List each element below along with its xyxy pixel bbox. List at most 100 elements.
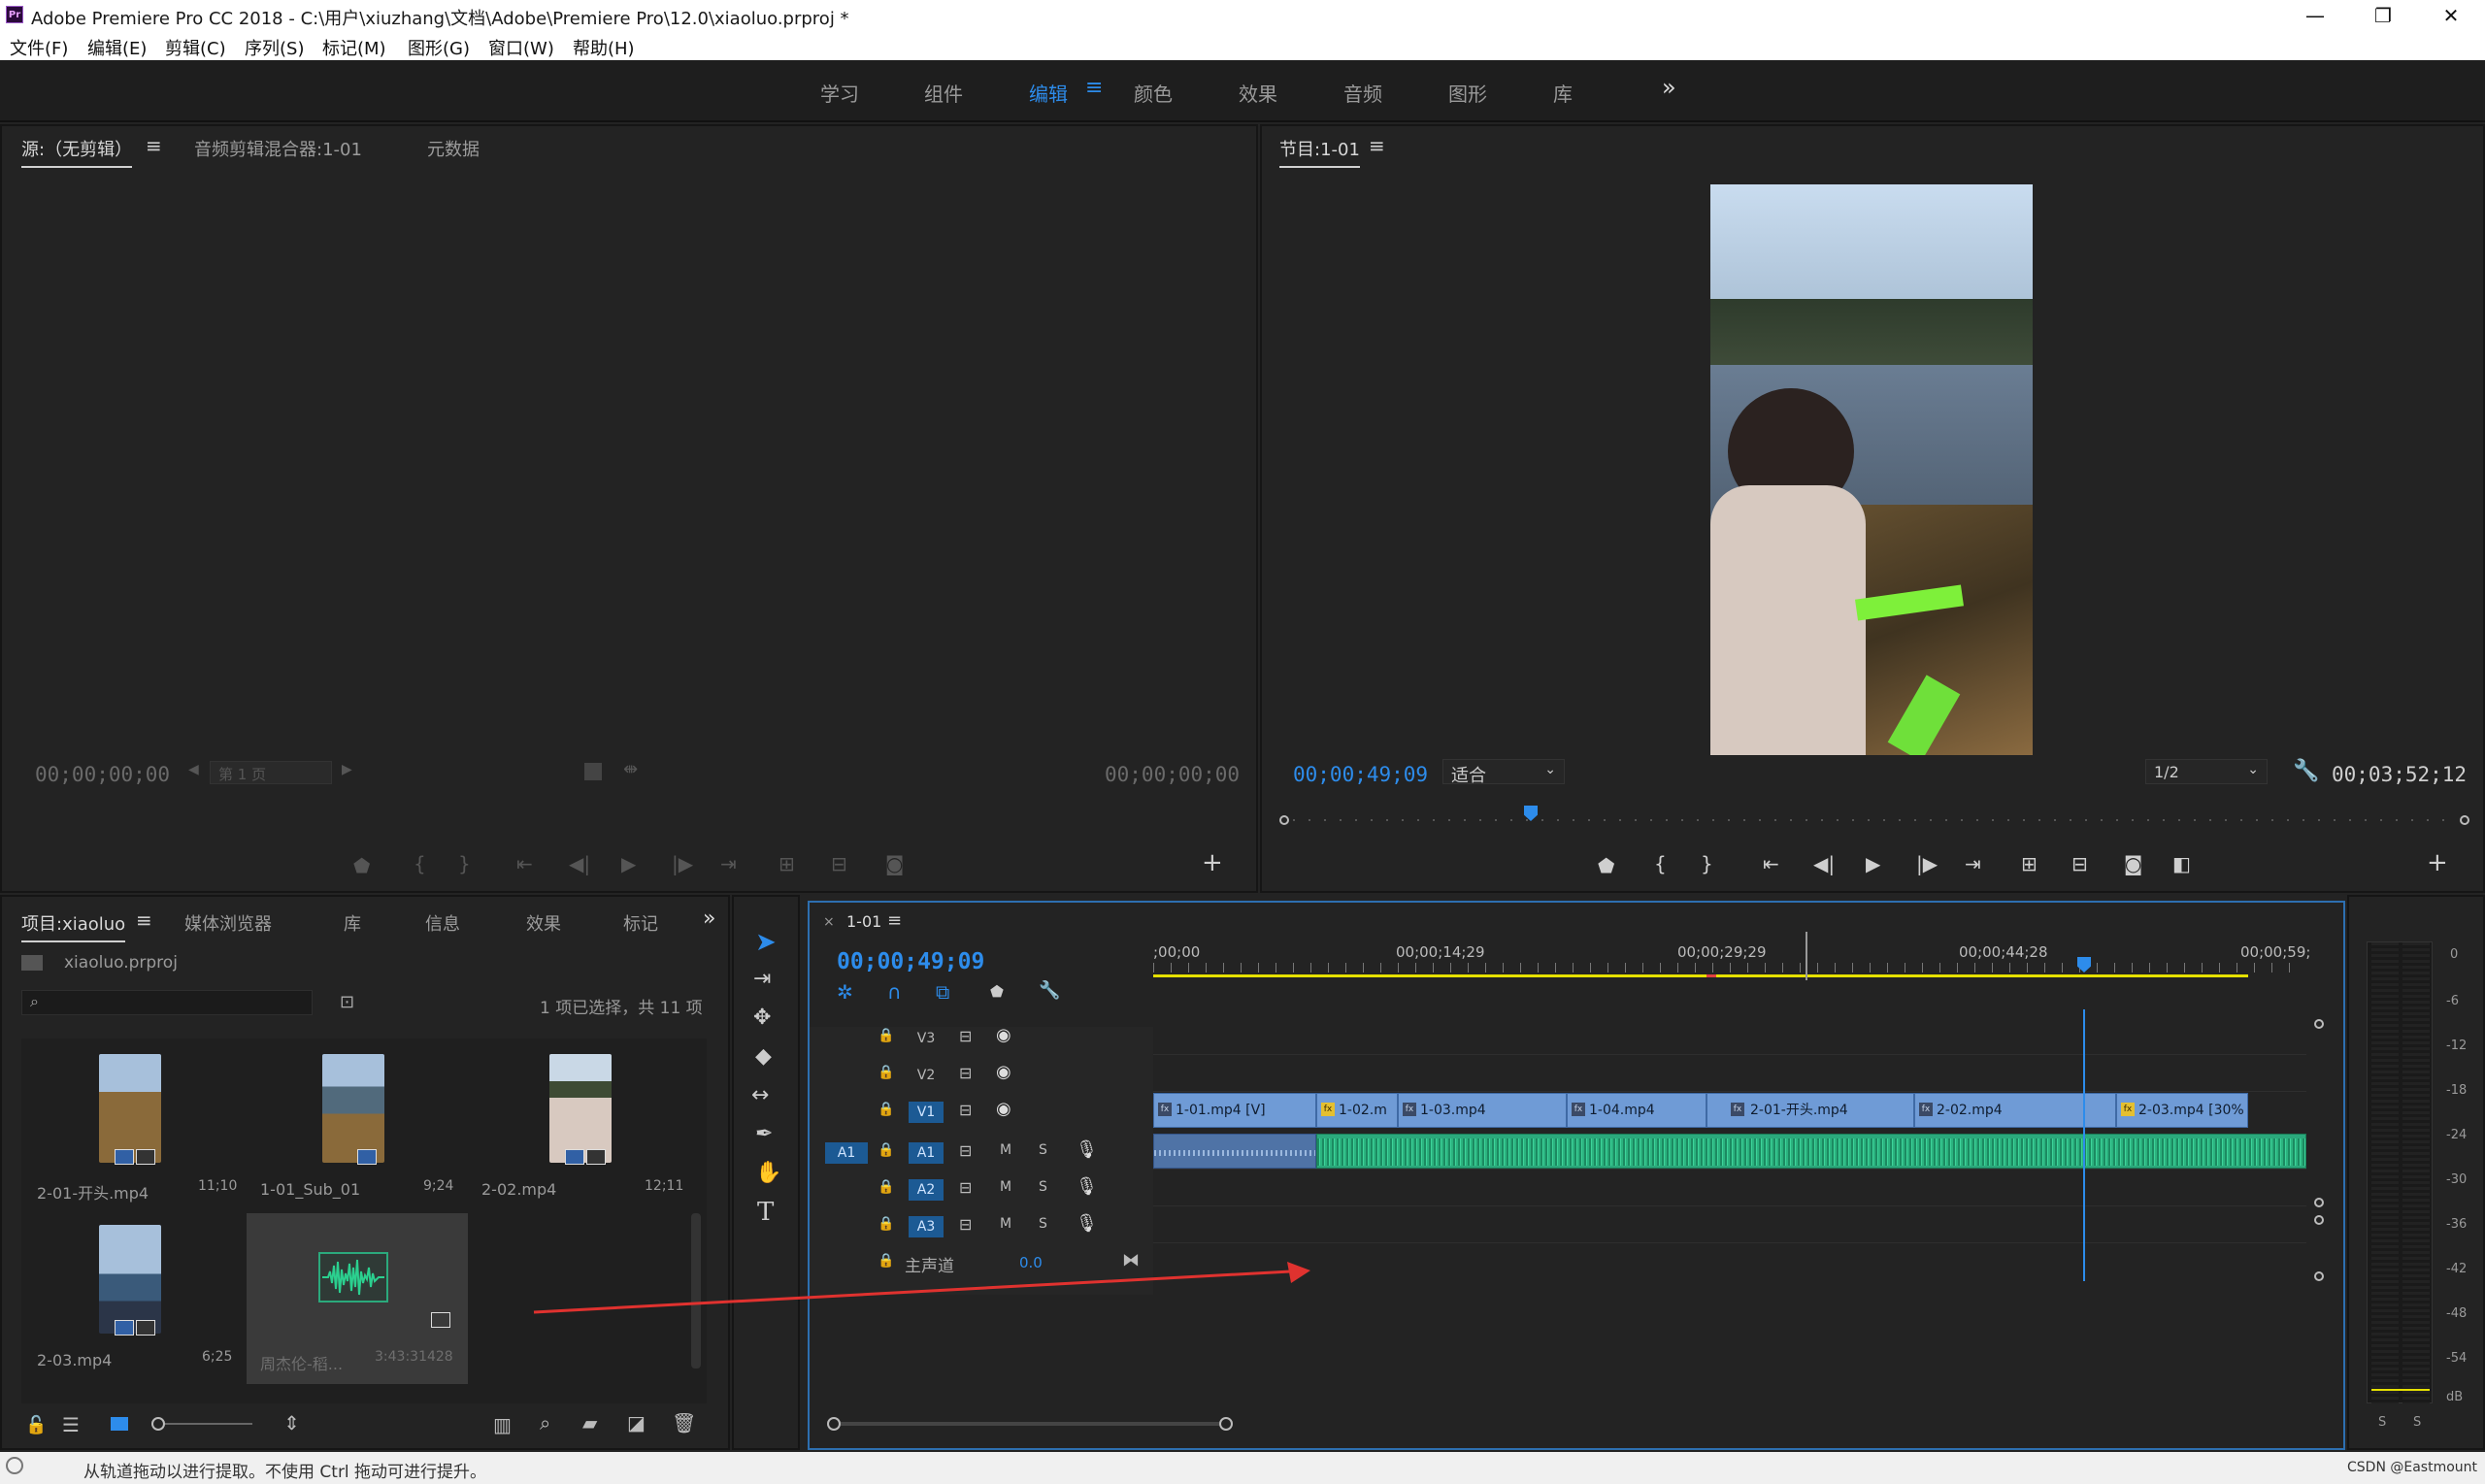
add-marker-icon[interactable]: ⬟ [1598,854,1614,877]
insert-icon[interactable]: ⊞ [779,852,795,875]
button-editor-add-icon[interactable]: + [2427,848,2448,877]
audio-clip-linked[interactable] [1153,1134,1316,1169]
source-patch-a1[interactable]: A1 [825,1142,868,1164]
scrubber-end-handle[interactable] [2460,815,2469,825]
solo-right-button[interactable]: S [2413,1415,2421,1430]
extract-icon[interactable]: ⊟ [2071,852,2088,875]
audio-clip-music[interactable] [1316,1134,2306,1169]
video-clip[interactable]: fx 2-02.mp4 [1914,1093,2116,1128]
track-label[interactable]: A1 [909,1142,944,1164]
comparison-view-icon[interactable]: ◧ [2172,852,2191,875]
tab-metadata[interactable]: 元数据 [427,136,480,161]
scroll-handle-mid[interactable] [2314,1198,2324,1207]
menu-graphics[interactable]: 图形(G) [408,35,470,60]
new-bin-icon[interactable]: ▰ [582,1411,597,1435]
program-panel-menu-icon[interactable]: ≡ [1369,134,1385,157]
next-page-icon[interactable]: ▶ [342,762,352,777]
workspace-color[interactable]: 颜色 [1134,79,1173,107]
video-clip[interactable]: fx 1-02.m [1316,1093,1398,1128]
lock-track-icon[interactable]: 🔒 [878,1142,894,1158]
sync-lock-icon[interactable]: ⊟ [959,1101,972,1119]
track-label[interactable]: V2 [909,1065,944,1086]
timeline-timecode[interactable]: 00;00;49;09 [837,949,984,974]
mark-out-icon[interactable]: } [1701,852,1713,875]
type-tool-icon[interactable]: T [757,1198,774,1227]
tab-info[interactable]: 信息 [425,910,460,936]
delete-icon[interactable]: 🗑 [672,1411,696,1435]
close-button[interactable]: ✕ [2417,0,2485,31]
workspace-libraries[interactable]: 库 [1553,79,1573,107]
play-icon[interactable]: ▶ [1866,852,1880,875]
play-icon[interactable]: ▶ [621,852,636,875]
project-search-input[interactable]: ⌕ [21,990,313,1015]
step-forward-icon[interactable]: |▶ [672,852,693,875]
go-to-out-icon[interactable]: ⇥ [1965,852,1981,875]
tab-project[interactable]: 项目:xiaoluo [21,910,126,942]
go-to-in-icon[interactable]: ⇤ [516,852,533,875]
restore-button[interactable]: ❐ [2349,0,2417,31]
export-frame-camera-icon[interactable]: ◙ [885,852,904,875]
sort-icon[interactable]: ⇕ [283,1411,300,1435]
video-clip[interactable]: fx 1-03.mp4 [1398,1093,1567,1128]
toggle-output-eye-icon[interactable]: ◉ [996,1099,1011,1119]
lock-track-icon[interactable]: 🔒 [878,1065,894,1080]
find-icon[interactable]: ⌕ [540,1411,550,1435]
project-item[interactable]: 2-03.mp4 6;25 [21,1213,243,1384]
fit-select[interactable]: 适合 ⌄ [1442,759,1565,786]
tab-markers[interactable]: 标记 [623,910,658,936]
track-lanes[interactable]: fx 1-01.mp4 [V] fx 1-02.m fx 1-03.mp4 fx 1-0… [1153,1009,2306,1281]
workspace-audio[interactable]: 音频 [1343,79,1382,107]
prev-page-icon[interactable]: ◀ [188,762,199,777]
sequence-tab[interactable]: 1-01 [846,912,881,931]
tab-effects[interactable]: 效果 [526,910,561,936]
toggle-output-eye-icon[interactable]: ◉ [996,1025,1011,1045]
sync-lock-icon[interactable]: ⊟ [959,1215,972,1234]
more-tabs-icon[interactable]: » [703,907,715,931]
export-frame-camera-icon[interactable]: ◙ [2124,852,2142,875]
program-timecode[interactable]: 00;00;49;09 [1293,763,1428,786]
export-frame-icon[interactable] [584,763,602,780]
go-to-out-icon[interactable]: ⇥ [720,852,737,875]
menu-marker[interactable]: 标记(M) [322,35,386,60]
video-clip[interactable]: fx 1-01.mp4 [V] [1153,1093,1316,1128]
workspace-assembly[interactable]: 组件 [924,79,963,107]
project-item[interactable]: 2-01-开头.mp4 11;10 [21,1039,243,1209]
go-to-in-icon[interactable]: ⇤ [1763,852,1779,875]
menu-clip[interactable]: 剪辑(C) [165,35,226,60]
step-back-icon[interactable]: ◀| [569,852,590,875]
menu-help[interactable]: 帮助(H) [573,35,635,60]
more-workspaces-icon[interactable]: » [1662,74,1676,101]
track-label[interactable]: A3 [909,1216,944,1237]
slip-tool-icon[interactable]: ↔ [751,1083,769,1107]
scrubber-start-handle[interactable] [1279,815,1289,825]
project-panel-menu-icon[interactable]: ≡ [136,908,152,932]
automate-to-sequence-icon[interactable]: ▥ [493,1413,512,1436]
tab-media-browser[interactable]: 媒体浏览器 [184,910,272,936]
page-select[interactable]: 第 1 页 [210,761,332,784]
menu-window[interactable]: 窗口(W) [488,35,554,60]
workspace-graphics[interactable]: 图形 [1448,79,1487,107]
lock-track-icon[interactable]: 🔒 [878,1102,894,1117]
voiceover-mic-icon[interactable]: 🎙 [1076,1213,1098,1234]
track-label[interactable]: V1 [909,1102,944,1123]
work-area-bar[interactable] [1153,974,2248,977]
step-back-icon[interactable]: ◀| [1813,852,1835,875]
lock-track-icon[interactable]: 🔒 [878,1179,894,1195]
track-label[interactable]: V3 [909,1028,944,1049]
workspace-effects[interactable]: 效果 [1239,79,1277,107]
track-label[interactable]: A2 [909,1179,944,1201]
zoom-slider[interactable] [151,1417,252,1431]
list-view-icon[interactable]: ☰ [62,1413,80,1436]
program-scrubber[interactable] [1279,813,2473,827]
menu-sequence[interactable]: 序列(S) [245,35,304,60]
nest-icon[interactable]: ✲ [837,980,853,1004]
solo-button[interactable]: S [1039,1179,1047,1195]
tab-audio-clip-mixer[interactable]: 音频剪辑混合器:1-01 [194,136,362,161]
tab-libraries[interactable]: 库 [344,910,361,936]
solo-button[interactable]: S [1039,1142,1047,1158]
zoom-slider-handle[interactable] [151,1417,165,1431]
workspace-editing[interactable]: 编辑 [1029,79,1068,107]
add-marker-icon[interactable]: ⬟ [353,854,370,877]
project-item[interactable]: 1-01_Sub_01 9;24 [245,1039,466,1209]
snap-icon[interactable]: ∩ [887,980,902,1004]
